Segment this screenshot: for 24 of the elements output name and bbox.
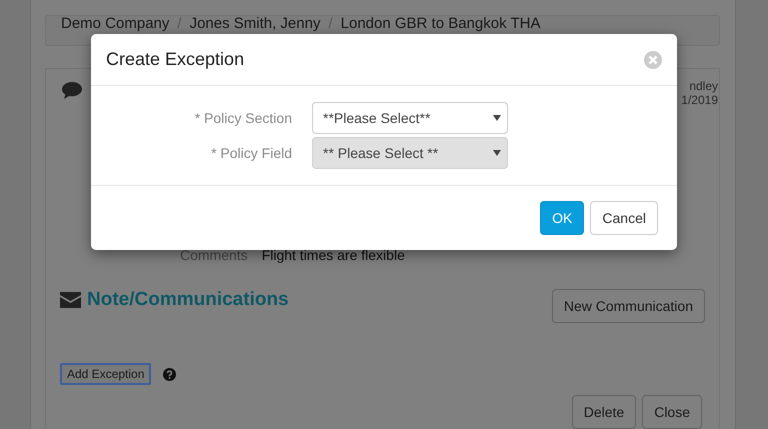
field-label: * Policy Section — [194, 110, 292, 126]
breadcrumb-item[interactable]: Jones Smith, Jenny — [190, 16, 320, 32]
meta-text: 1/2019 — [681, 93, 718, 107]
add-exception-button[interactable]: Add Exception — [60, 363, 152, 385]
footer-button[interactable]: Delete — [572, 395, 636, 429]
help-icon[interactable] — [163, 368, 176, 380]
field-label: * Policy Field — [210, 145, 292, 161]
footer-button[interactable]: Close — [642, 395, 702, 429]
breadcrumb-item[interactable]: London GBR to Bangkok THA — [340, 16, 540, 32]
ok-button[interactable]: OK — [540, 201, 584, 235]
breadcrumb-separator: / — [328, 16, 333, 32]
cancel-button[interactable]: Cancel — [590, 201, 658, 235]
comments-value: Flight times are flexible — [262, 247, 405, 263]
meta-text: ndley — [689, 79, 718, 93]
section-heading: Note/Communications — [87, 289, 289, 311]
select-field[interactable]: **Please Select** — [312, 102, 508, 134]
envelope-icon — [60, 292, 81, 308]
caret-icon — [493, 115, 501, 121]
breadcrumb-item[interactable]: Demo Company — [61, 16, 170, 32]
speech-bubble-icon — [61, 81, 83, 100]
dialog-title: Create Exception — [106, 49, 244, 70]
breadcrumb-separator: / — [177, 16, 182, 32]
caret-icon — [493, 150, 501, 156]
new-communication-button[interactable]: New Communication — [552, 289, 705, 323]
